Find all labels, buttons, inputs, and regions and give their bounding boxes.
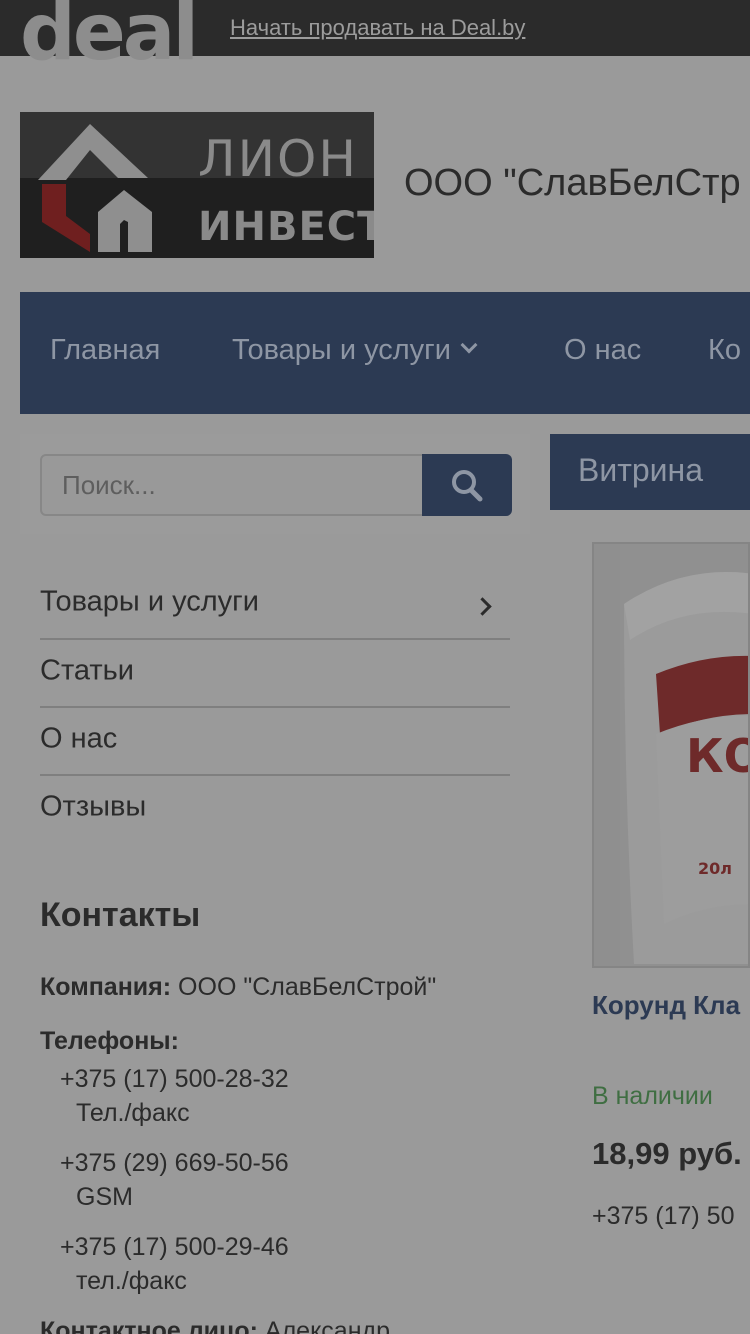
phones-label-text: Телефоны:: [40, 1027, 179, 1055]
product-title-link[interactable]: Корунд Кла: [592, 990, 740, 1021]
logo-text-line2: ИНВЕСТ: [198, 204, 374, 250]
chevron-down-icon: [460, 336, 478, 354]
person-label: Контактное лицо:: [40, 1317, 258, 1334]
deal-logo[interactable]: deal: [20, 0, 199, 72]
search-button[interactable]: [422, 454, 512, 516]
product-image-brand: КО: [686, 729, 750, 783]
sidebar-item-label: О нас: [40, 722, 118, 755]
product-bucket-image: КО 20л: [594, 544, 750, 966]
menu-divider: [40, 638, 510, 640]
logo-emblem-icon: [38, 124, 152, 252]
nav-home-label: Главная: [50, 334, 161, 366]
sidebar-item-about[interactable]: О нас: [40, 709, 510, 777]
menu-divider: [40, 774, 510, 776]
phone-note: GSM: [76, 1183, 133, 1211]
company-name: ООО "СлавБелСтр: [404, 162, 741, 204]
company-value: ООО "СлавБелСтрой": [178, 973, 437, 1001]
nav-products-label: Товары и услуги: [232, 334, 451, 366]
sidebar-item-label: Товары и услуги: [40, 585, 259, 618]
sidebar-item-articles[interactable]: Статьи: [40, 641, 510, 709]
phone-number[interactable]: +375 (29) 669-50-56: [60, 1149, 289, 1178]
product-price: 18,99 руб.: [592, 1136, 742, 1171]
contact-company: Компания: ООО "СлавБелСтрой": [40, 973, 436, 1002]
product-phone[interactable]: +375 (17) 50: [592, 1202, 734, 1231]
nav-contacts-label: Ко: [708, 334, 742, 366]
nav-products[interactable]: Товары и услуги: [232, 334, 478, 367]
product-image-volume: 20л: [698, 859, 732, 878]
company-logo[interactable]: ЛИОН ИНВЕСТ: [20, 112, 374, 258]
search-input[interactable]: [40, 454, 424, 516]
contacts-heading: Контакты: [40, 896, 201, 934]
top-bar: deal Начать продавать на Deal.by: [0, 0, 750, 72]
phone-note: Тел./факс: [76, 1099, 190, 1127]
sidebar-item-label: Статьи: [40, 654, 134, 687]
nav-about-label: О нас: [564, 334, 642, 366]
person-value: Александр: [264, 1317, 391, 1334]
main-nav: Главная Товары и услуги О нас Ко: [20, 292, 750, 414]
sidebar-item-products[interactable]: Товары и услуги: [40, 572, 510, 640]
nav-about[interactable]: О нас: [564, 334, 641, 367]
phones-label: Телефоны:: [40, 1027, 179, 1056]
stock-status: В наличии: [592, 1082, 713, 1110]
search-icon: [452, 470, 483, 502]
start-selling-link[interactable]: Начать продавать на Deal.by: [230, 15, 525, 41]
phone-number[interactable]: +375 (17) 500-28-32: [60, 1065, 289, 1094]
contact-person: Контактное лицо: Александр: [40, 1317, 390, 1334]
tab-showcase-label: Витрина: [578, 452, 704, 488]
nav-contacts[interactable]: Ко: [708, 334, 741, 367]
logo-text-line1: ЛИОН: [198, 130, 358, 188]
tab-showcase[interactable]: Витрина: [550, 434, 750, 510]
phone-note: тел./факс: [76, 1267, 187, 1295]
product-image[interactable]: КО 20л: [592, 542, 750, 968]
nav-home[interactable]: Главная: [50, 334, 160, 367]
company-label: Компания:: [40, 973, 172, 1001]
phone-number[interactable]: +375 (17) 500-29-46: [60, 1233, 289, 1262]
sidebar-item-reviews[interactable]: Отзывы: [40, 777, 510, 845]
menu-divider: [40, 706, 510, 708]
sidebar-item-label: Отзывы: [40, 790, 147, 823]
